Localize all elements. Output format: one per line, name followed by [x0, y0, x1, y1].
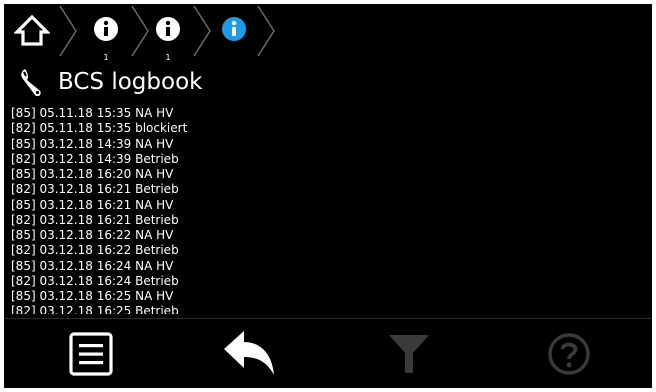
info-icon — [156, 17, 180, 41]
help-button[interactable] — [544, 329, 604, 379]
help-icon — [548, 333, 590, 375]
back-button[interactable] — [220, 329, 280, 379]
breadcrumb-item-2[interactable]: 1 — [148, 14, 188, 62]
bottom-toolbar — [4, 318, 652, 388]
wrench-icon — [21, 69, 41, 97]
log-entry: [85] 03.12.18 14:39 NA HV — [11, 136, 174, 151]
breadcrumb-item-1[interactable]: 1 — [86, 14, 126, 62]
log-entry: [82] 03.12.18 16:21 Betrieb — [11, 182, 179, 197]
breadcrumb-item-number: 1 — [103, 53, 109, 62]
info-icon — [222, 17, 246, 41]
page-title: BCS logbook — [58, 69, 203, 95]
log-entry: [82] 03.12.18 16:25 Betrieb — [11, 304, 179, 314]
menu-list-icon — [69, 332, 113, 376]
filter-button[interactable] — [384, 329, 444, 379]
log-entry: [85] 05.11.18 15:35 NA HV — [11, 106, 174, 120]
breadcrumb-home[interactable] — [13, 12, 54, 52]
log-entry: [85] 03.12.18 16:24 NA HV — [11, 258, 174, 273]
breadcrumb-separator-icon — [59, 5, 77, 57]
log-entry: [82] 03.12.18 16:24 Betrieb — [11, 273, 179, 288]
log-entry: [85] 03.12.18 16:20 NA HV — [11, 167, 174, 181]
log-entry: [82] 03.12.18 16:22 Betrieb — [11, 243, 179, 258]
log-entry: [82] 03.12.18 14:39 Betrieb — [11, 151, 179, 166]
breadcrumb-separator-icon — [257, 5, 275, 57]
info-icon — [94, 17, 118, 41]
log-entry: [82] 05.11.18 15:35 blockiert — [11, 121, 188, 136]
log-entry: [85] 03.12.18 16:21 NA HV — [11, 197, 174, 212]
logbook-screen: 1 1 BCS logbook [85] 05.11.18 15:35 NA H… — [4, 4, 652, 388]
breadcrumb: 1 1 — [4, 4, 652, 62]
log-entry: [82] 03.12.18 16:21 Betrieb — [11, 212, 179, 227]
breadcrumb-separator-icon — [193, 5, 211, 57]
home-icon — [13, 14, 51, 46]
log-entry: [85] 03.12.18 16:22 NA HV — [11, 228, 174, 242]
filter-icon — [389, 335, 429, 373]
log-entry: [85] 03.12.18 16:25 NA HV — [11, 289, 174, 303]
menu-button[interactable] — [66, 329, 126, 379]
page-header: BCS logbook — [4, 62, 652, 102]
breadcrumb-item-number: 1 — [165, 53, 171, 62]
back-arrow-icon — [224, 331, 274, 375]
logbook-list[interactable]: [85] 05.11.18 15:35 NA HV [82] 05.11.18 1… — [11, 106, 611, 314]
breadcrumb-item-current[interactable] — [214, 14, 254, 58]
